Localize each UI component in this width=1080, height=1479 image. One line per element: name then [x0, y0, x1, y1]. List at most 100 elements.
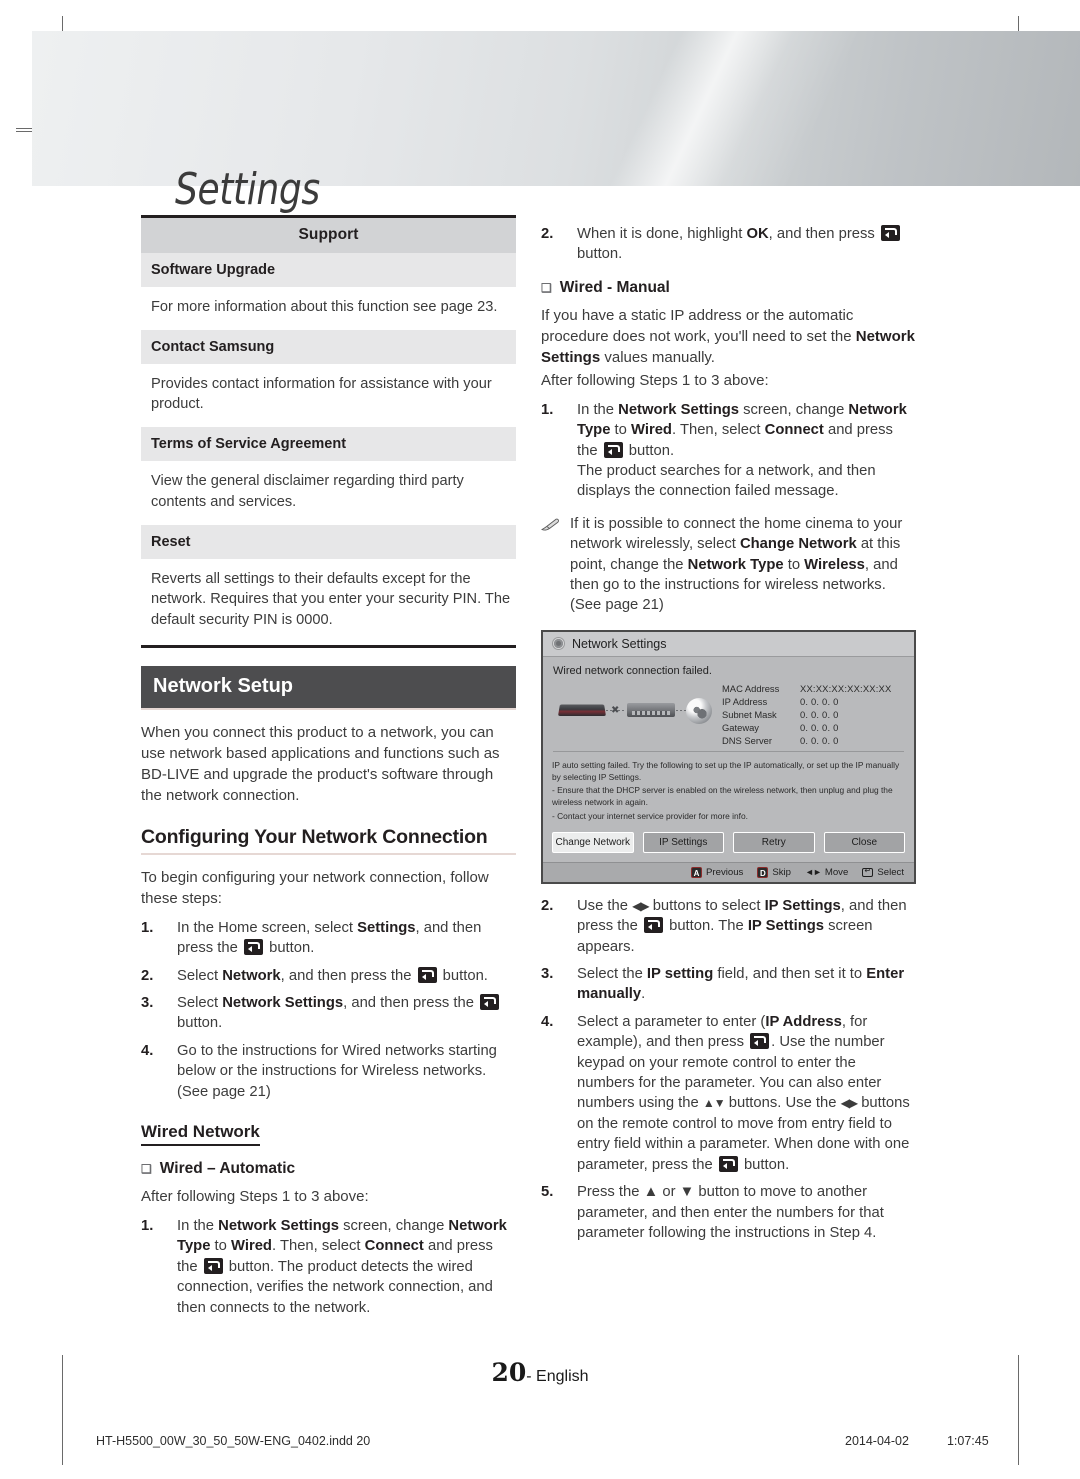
osd-info-table: MAC Address XX:XX:XX:XX:XX:XX IP Address… — [722, 683, 904, 746]
colophon-timestamp: 2014-04-02 1:07:45 — [845, 1434, 989, 1448]
section-title-underline — [141, 707, 516, 710]
step-number: 2. — [541, 897, 554, 914]
wired-manual-lead: After following Steps 1 to 3 above: — [541, 371, 769, 389]
support-table: Support Software Upgrade For more inform… — [141, 215, 516, 648]
wired-automatic-steps: 1. In the Network Settings screen, chang… — [141, 1216, 516, 1318]
osd-info-key: MAC Address — [722, 682, 780, 694]
chapter-banner: Settings — [32, 31, 1080, 215]
left-right-arrows-icon: ◄► — [805, 867, 822, 878]
note-text: If it is possible to connect the home ci… — [570, 515, 903, 614]
square-bullet-icon: ❑ — [541, 280, 552, 295]
list-item: 2. Select Network, and then press the bu… — [141, 966, 516, 986]
change-network-button[interactable]: Change Network — [552, 831, 634, 853]
osd-info-value: 0. 0. 0. 0 — [800, 695, 839, 707]
section-title-network-setup: Network Setup — [141, 665, 516, 708]
osd-info-value: 0. 0. 0. 0 — [800, 734, 839, 746]
list-item: 1. In the Home screen, select Settings, … — [141, 918, 516, 959]
osd-info-value: 0. 0. 0. 0 — [800, 708, 839, 720]
table-bottom-rule — [141, 644, 516, 648]
support-row-body-2: View the general disclaimer regarding th… — [151, 473, 464, 510]
osd-body: Wired network connection failed. ✖ MAC A… — [543, 656, 914, 754]
osd-button-row: Change Network IP Settings Retry Close — [543, 823, 914, 862]
support-row-body-3: Reverts all settings to their defaults e… — [151, 570, 511, 629]
osd-info-value: XX:XX:XX:XX:XX:XX — [800, 682, 892, 694]
step-number: 3. — [541, 966, 554, 983]
page-language: - English — [526, 1368, 589, 1385]
bullet-label: Wired - Manual — [559, 278, 670, 296]
enter-key-icon — [718, 1155, 738, 1172]
support-table-header: Support — [141, 218, 516, 253]
support-row-label-0: Software Upgrade — [141, 253, 516, 287]
osd-footer-hints: A Previous D Skip ◄► Move Select — [543, 861, 914, 882]
step-text: Select Network, and then press the butto… — [177, 966, 488, 984]
osd-help-line: IP auto setting failed. Try the followin… — [552, 759, 900, 783]
page-title: Settings — [175, 164, 320, 215]
ip-settings-button[interactable]: IP Settings — [642, 831, 724, 853]
step-text: When it is done, highlight OK, and then … — [577, 224, 916, 265]
osd-info-value: 0. 0. 0. 0 — [800, 721, 839, 733]
colophon-filename: HT-H5500_00W_30_50_50W-ENG_0402.indd 20 — [96, 1434, 371, 1448]
enter-key-icon — [203, 1257, 223, 1274]
colophon-date: 2014-04-02 — [845, 1434, 909, 1448]
step-text: In the Network Settings screen, change N… — [177, 1218, 507, 1316]
wired-automatic-steps-cont: 2. When it is done, highlight OK, and th… — [541, 224, 916, 265]
bullet-wired-manual: ❑ Wired - Manual — [541, 279, 916, 297]
colophon-time: 1:07:45 — [946, 1434, 989, 1448]
square-bullet-icon: ❑ — [141, 1162, 152, 1176]
enter-key-icon — [243, 939, 263, 956]
hint-previous: A Previous — [691, 866, 743, 878]
left-column: Support Software Upgrade For more inform… — [141, 215, 516, 1318]
step-text: Go to the instructions for Wired network… — [177, 1042, 497, 1100]
list-item: 5. Press the ▲ or ▼ button to move to an… — [541, 1182, 916, 1243]
support-row-body-0: For more information about this function… — [151, 299, 498, 315]
support-row-label-2: Terms of Service Agreement — [141, 427, 516, 462]
button-a-icon: A — [691, 866, 703, 878]
configuring-lead-text: To begin configuring your network connec… — [141, 868, 489, 907]
subheading-configuring-network: Configuring Your Network Connection — [141, 825, 488, 848]
player-device-icon — [558, 704, 606, 717]
list-item: 1. In the Network Settings screen, chang… — [541, 400, 916, 502]
step-text: Use the ◀▶ buttons to select IP Settings… — [577, 897, 907, 955]
list-item: 4. Select a parameter to enter (IP Addre… — [541, 1012, 916, 1175]
subheading-underline — [141, 852, 516, 855]
step-number: 2. — [141, 967, 154, 984]
hint-select: Select — [862, 866, 904, 878]
router-icon — [627, 703, 675, 718]
internet-globe-icon — [686, 698, 712, 725]
wired-manual-steps: 1. In the Network Settings screen, chang… — [541, 400, 916, 502]
enter-key-icon — [862, 866, 874, 877]
configuring-steps-list: 1. In the Home screen, select Settings, … — [141, 918, 516, 1102]
broken-link-icon: ✖ — [611, 705, 620, 717]
step-text: In the Network Settings screen, change N… — [577, 401, 907, 500]
step-text: Select the IP setting field, and then se… — [577, 966, 905, 1003]
bullet-wired-automatic: ❑ Wired – Automatic — [141, 1160, 516, 1178]
osd-title-text: Network Settings — [572, 636, 667, 651]
step-text: Select a parameter to enter (IP Address,… — [577, 1013, 910, 1173]
list-item: 4. Go to the instructions for Wired netw… — [141, 1041, 516, 1102]
step-number: 1. — [141, 919, 154, 936]
step-number: 4. — [141, 1042, 154, 1059]
note-change-network: If it is possible to connect the home ci… — [540, 514, 916, 616]
osd-help-line: - Ensure that the DHCP server is enabled… — [552, 785, 893, 808]
hint-move: ◄► Move — [805, 867, 848, 878]
list-item: 1. In the Network Settings screen, chang… — [141, 1216, 516, 1318]
step-number: 3. — [141, 994, 154, 1011]
list-item: 2. Use the ◀▶ buttons to select IP Setti… — [541, 896, 916, 957]
step-number: 5. — [541, 1184, 554, 1201]
network-setup-intro: When you connect this product to a netwo… — [141, 723, 500, 804]
hint-label: Move — [824, 866, 849, 878]
enter-key-icon — [643, 917, 663, 934]
osd-failure-message: Wired network connection failed. — [553, 664, 712, 677]
osd-info-key: DNS Server — [722, 734, 773, 746]
osd-network-settings-dialog: Network Settings Wired network connectio… — [541, 629, 916, 884]
enter-key-icon — [417, 966, 437, 983]
step-number: 1. — [541, 401, 554, 418]
list-item: 3. Select Network Settings, and then pre… — [141, 993, 516, 1034]
hint-label: Skip — [772, 866, 792, 878]
gear-icon — [552, 637, 565, 651]
hint-label: Select — [877, 866, 904, 878]
bullet-label: Wired – Automatic — [159, 1160, 296, 1177]
osd-status-area: ✖ MAC Address XX:XX:XX:XX:XX:XX IP Addre… — [553, 683, 904, 746]
retry-button[interactable]: Retry — [733, 831, 815, 853]
close-button[interactable]: Close — [823, 831, 905, 853]
